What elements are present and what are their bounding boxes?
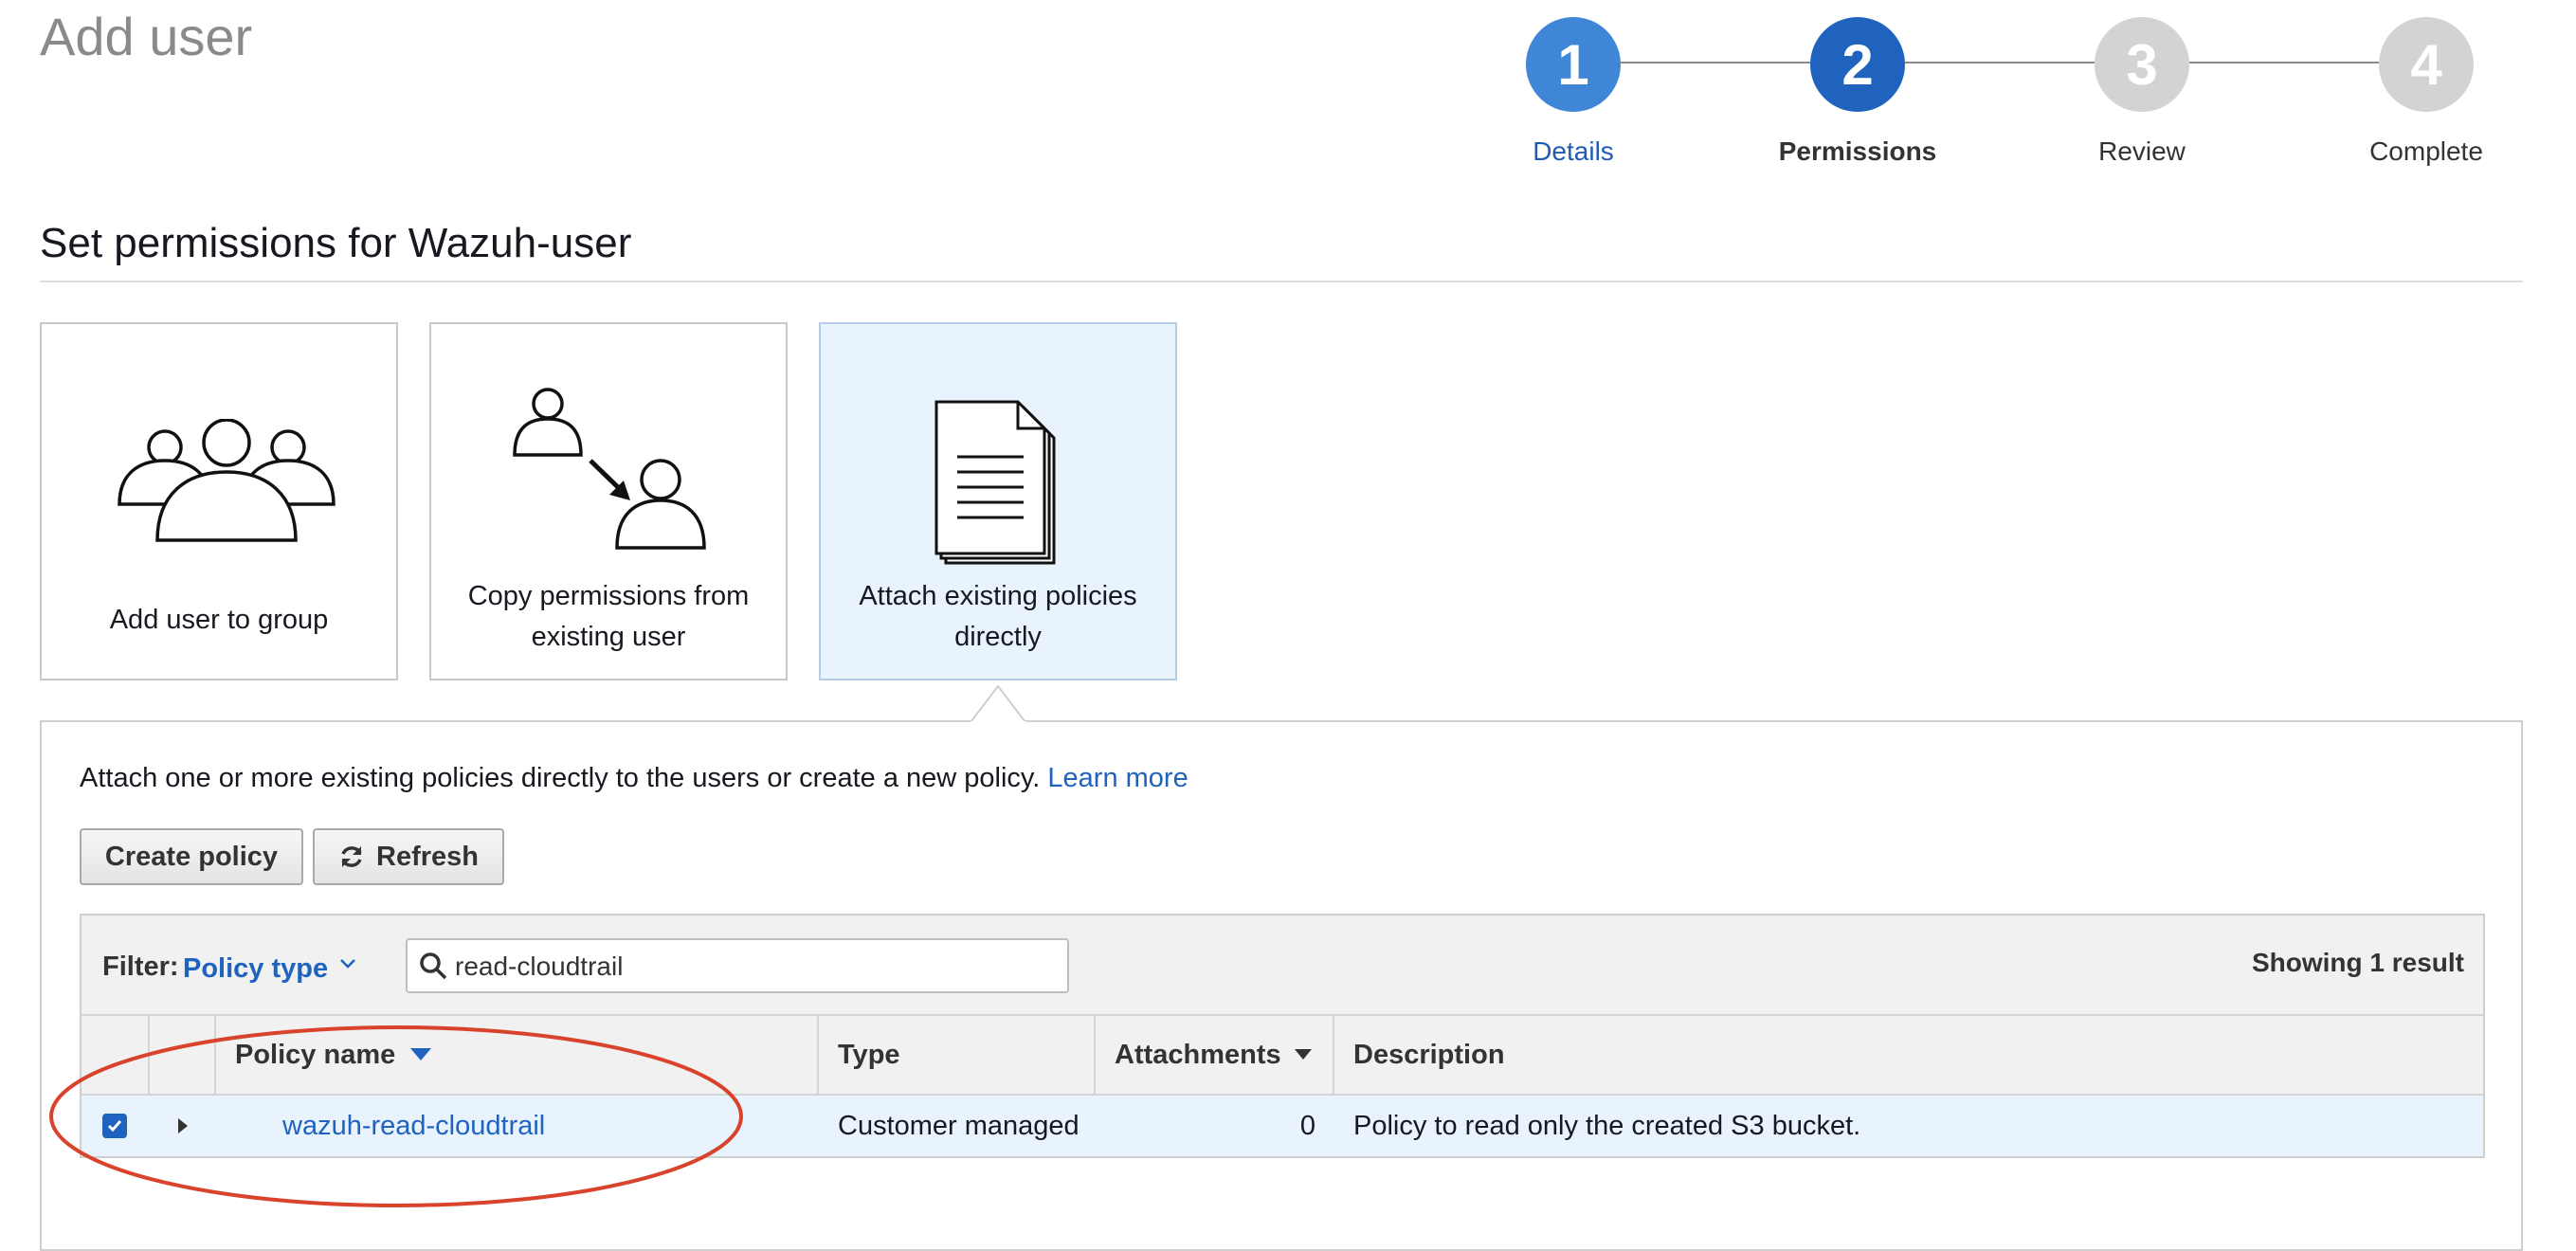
column-label: Description — [1353, 1039, 1505, 1070]
create-policy-button[interactable]: Create policy — [80, 828, 303, 885]
description-text: Attach one or more existing policies dir… — [80, 763, 1041, 793]
chevron-down-icon[interactable] — [337, 953, 358, 974]
wizard-stepper: 1 Details 2 Permissions 3 Review 4 Compl… — [1478, 17, 2483, 178]
column-header-attachments[interactable]: Attachments — [1096, 1016, 1334, 1094]
button-label: Create policy — [104, 841, 279, 872]
search-input[interactable] — [453, 946, 1054, 988]
step-complete: 4 Complete — [2331, 17, 2521, 167]
policy-type-cell: Customer managed — [838, 1110, 1079, 1141]
document-icon — [934, 400, 1056, 565]
step-label: Permissions — [1778, 136, 1937, 166]
panel-description: Attach one or more existing policies dir… — [80, 763, 1188, 794]
column-header-type[interactable]: Type — [819, 1016, 1096, 1094]
step-number: 2 — [1810, 17, 1905, 112]
page-title: Add user — [40, 7, 253, 66]
sort-down-icon — [1294, 1049, 1312, 1060]
policy-type-filter[interactable]: Policy type — [183, 953, 328, 985]
section-divider — [40, 281, 2523, 282]
column-label: Type — [838, 1039, 900, 1070]
highlight-annotation — [49, 1025, 743, 1207]
step-review: 3 Review — [2047, 17, 2237, 167]
refresh-icon — [341, 846, 362, 867]
column-header-description[interactable]: Description — [1334, 1016, 2483, 1094]
result-count: Showing 1 result — [2251, 948, 2464, 977]
learn-more-link[interactable]: Learn more — [1047, 763, 1188, 793]
group-icon — [118, 419, 336, 542]
description-cell: Policy to read only the created S3 bucke… — [1353, 1110, 1861, 1141]
option-attach-policies[interactable]: Attach existing policies directly — [819, 322, 1177, 680]
selection-pointer — [971, 684, 1025, 724]
search-icon — [420, 952, 447, 980]
filter-label: Filter: — [102, 952, 179, 982]
option-add-user-to-group[interactable]: Add user to group — [40, 322, 398, 680]
button-label: Refresh — [376, 841, 479, 872]
step-label: Details — [1533, 136, 1614, 166]
column-label: Attachments — [1115, 1039, 1281, 1070]
option-label: Attach existing policies directly — [859, 581, 1137, 652]
step-permissions: 2 Permissions — [1763, 17, 1952, 167]
step-number: 4 — [2379, 17, 2474, 112]
step-number: 1 — [1526, 17, 1621, 112]
option-label: Add user to group — [109, 605, 329, 635]
attachments-cell: 0 — [1299, 1110, 1315, 1141]
copy-user-icon — [513, 388, 706, 550]
step-number: 3 — [2095, 17, 2189, 112]
step-details[interactable]: 1 Details — [1478, 17, 1668, 167]
refresh-button[interactable]: Refresh — [313, 828, 504, 885]
option-copy-permissions[interactable]: Copy permissions from existing user — [429, 322, 788, 680]
step-label: Review — [2098, 136, 2186, 166]
search-box[interactable] — [406, 938, 1069, 993]
filter-bar: Filter: Policy type Showing 1 result — [82, 916, 2483, 1016]
step-label: Complete — [2369, 136, 2483, 166]
option-label: Copy permissions from existing user — [467, 581, 750, 652]
section-title: Set permissions for Wazuh-user — [40, 220, 632, 266]
